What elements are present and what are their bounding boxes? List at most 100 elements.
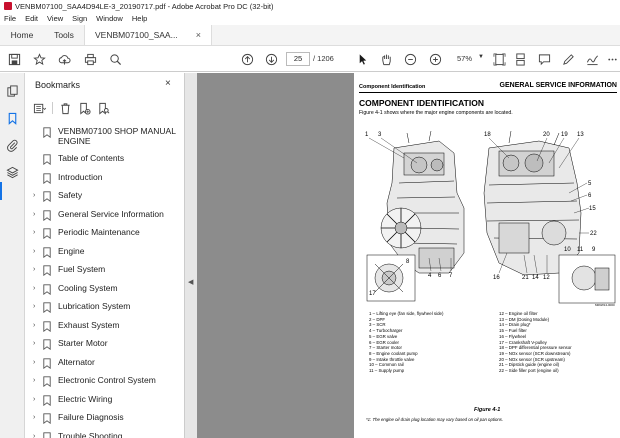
bookmark-item[interactable]: › Engine <box>25 244 184 263</box>
bookmark-item[interactable]: › Trouble Shooting <box>25 429 184 438</box>
bookmark-item[interactable]: › Failure Diagnosis <box>25 410 184 429</box>
pen-icon[interactable] <box>561 52 575 66</box>
bookmark-label: Exhaust System <box>58 319 120 330</box>
bookmark-item[interactable]: › Starter Motor <box>25 336 184 355</box>
callout-11: 11 <box>577 247 584 253</box>
print-icon[interactable] <box>83 52 97 66</box>
bookmark-item[interactable]: › Lubrication System <box>25 299 184 318</box>
delete-bookmark-icon[interactable] <box>59 102 72 115</box>
menu-help[interactable]: Help <box>132 14 147 23</box>
callout-17: 17 <box>369 291 376 297</box>
bookmark-icon <box>43 127 51 138</box>
menu-edit[interactable]: Edit <box>25 14 38 23</box>
bookmark-item[interactable]: › Fuel System <box>25 262 184 281</box>
bookmark-item[interactable]: › Alternator <box>25 355 184 374</box>
zoom-level[interactable]: 57% <box>457 54 472 63</box>
active-panel-indicator <box>0 182 2 200</box>
panel-splitter[interactable]: ◀ <box>185 73 197 438</box>
bookmarks-toolbar <box>33 100 110 116</box>
bookmark-item[interactable]: › Exhaust System <box>25 318 184 337</box>
expand-chevron-icon[interactable]: › <box>33 266 39 273</box>
bookmarks-panel-icon[interactable] <box>6 112 19 125</box>
tab-bar: Home Tools VENBM07100_SAA... × <box>0 25 620 46</box>
caption-line: 11 – Supply pump <box>369 368 405 374</box>
menu-file[interactable]: File <box>4 14 16 23</box>
search-zoom-icon[interactable] <box>108 52 122 66</box>
bookmark-item[interactable]: VENBM07100 SHOP MANUAL ENGINE <box>25 124 184 151</box>
bookmark-item[interactable]: Table of Contents <box>25 151 184 170</box>
callout-21: 21 <box>522 275 529 281</box>
figure-label: Figure 4-1 <box>474 407 501 413</box>
bookmark-options-icon[interactable] <box>33 102 46 115</box>
section-title: COMPONENT IDENTIFICATION <box>359 98 484 108</box>
bookmark-label: VENBM07100 SHOP MANUAL ENGINE <box>58 126 176 146</box>
comment-icon[interactable] <box>537 52 551 66</box>
bookmark-item[interactable]: › Electric Wiring <box>25 392 184 411</box>
tab-tools[interactable]: Tools <box>44 25 84 45</box>
bookmark-label: Lubrication System <box>58 301 131 311</box>
zoom-dropdown-caret-icon[interactable]: ▼ <box>478 54 484 60</box>
tab-document[interactable]: VENBM07100_SAA... × <box>84 25 212 45</box>
bookmark-star-icon[interactable] <box>32 52 46 66</box>
bookmark-item[interactable]: › Electronic Control System <box>25 373 184 392</box>
expand-chevron-icon[interactable]: › <box>33 248 39 255</box>
layers-icon[interactable] <box>6 166 19 179</box>
callout-1: 1 <box>365 132 369 138</box>
expand-chevron-icon[interactable]: › <box>33 340 39 347</box>
share-icon[interactable] <box>605 52 619 66</box>
next-page-icon[interactable] <box>264 52 278 66</box>
expand-chevron-icon[interactable]: › <box>33 303 39 310</box>
attachments-icon[interactable] <box>6 139 19 152</box>
header-rule <box>359 92 617 93</box>
collapse-panel-arrow-icon[interactable]: ◀ <box>188 278 193 286</box>
bookmark-item[interactable]: › Safety <box>25 188 184 207</box>
zoom-in-icon[interactable] <box>428 52 442 66</box>
hand-icon[interactable] <box>379 52 393 66</box>
menu-bar: File Edit View Sign Window Help <box>0 12 620 24</box>
menu-window[interactable]: Window <box>96 14 123 23</box>
callout-4: 4 <box>428 273 432 279</box>
bookmark-item[interactable]: Introduction <box>25 170 184 189</box>
page-number-input[interactable]: 25 <box>286 52 310 66</box>
save-icon[interactable] <box>7 52 21 66</box>
fit-page-icon[interactable] <box>492 52 506 66</box>
pdf-page: Component Identification GENERAL SERVICE… <box>354 73 620 438</box>
new-bookmark-icon[interactable] <box>78 102 91 115</box>
page-thumbnails-icon[interactable] <box>6 85 19 98</box>
bookmark-list: VENBM07100 SHOP MANUAL ENGINE Table of Co… <box>25 124 184 438</box>
callout-10: 10 <box>564 247 571 253</box>
tab-home[interactable]: Home <box>0 25 44 45</box>
find-bookmark-icon[interactable] <box>97 102 110 115</box>
expand-chevron-icon[interactable]: › <box>33 396 39 403</box>
select-cursor-icon[interactable] <box>355 52 369 66</box>
bookmark-label: Safety <box>58 190 83 200</box>
bookmark-item[interactable]: › General Service Information <box>25 207 184 226</box>
expand-chevron-icon[interactable]: › <box>33 433 39 438</box>
engine-left-illustration <box>380 130 465 274</box>
document-viewer[interactable]: Component Identification GENERAL SERVICE… <box>197 73 620 438</box>
expand-chevron-icon[interactable]: › <box>33 322 39 329</box>
bookmarks-close-icon[interactable]: × <box>165 78 171 89</box>
prev-page-icon[interactable] <box>240 52 254 66</box>
expand-chevron-icon[interactable]: › <box>33 359 39 366</box>
menu-view[interactable]: View <box>47 14 63 23</box>
menu-sign[interactable]: Sign <box>72 14 87 23</box>
bookmark-icon <box>43 283 51 295</box>
image-code: M09W14-0000 <box>595 303 615 307</box>
bookmark-icon <box>43 172 51 184</box>
expand-chevron-icon[interactable]: › <box>33 285 39 292</box>
scrolling-mode-icon[interactable] <box>513 52 527 66</box>
sign-icon[interactable] <box>585 52 599 66</box>
expand-chevron-icon[interactable]: › <box>33 211 39 218</box>
bookmark-item[interactable]: › Cooling System <box>25 281 184 300</box>
upload-cloud-icon[interactable] <box>57 52 71 66</box>
tab-close-icon[interactable]: × <box>196 30 201 40</box>
expand-chevron-icon[interactable]: › <box>33 192 39 199</box>
bookmark-icon <box>43 339 51 350</box>
zoom-out-icon[interactable] <box>403 52 417 66</box>
expand-chevron-icon[interactable]: › <box>33 229 39 236</box>
expand-chevron-icon[interactable]: › <box>33 414 39 421</box>
bookmark-item[interactable]: › Periodic Maintenance <box>25 225 184 244</box>
expand-chevron-icon[interactable]: › <box>33 377 39 384</box>
callout-15: 15 <box>589 206 596 212</box>
